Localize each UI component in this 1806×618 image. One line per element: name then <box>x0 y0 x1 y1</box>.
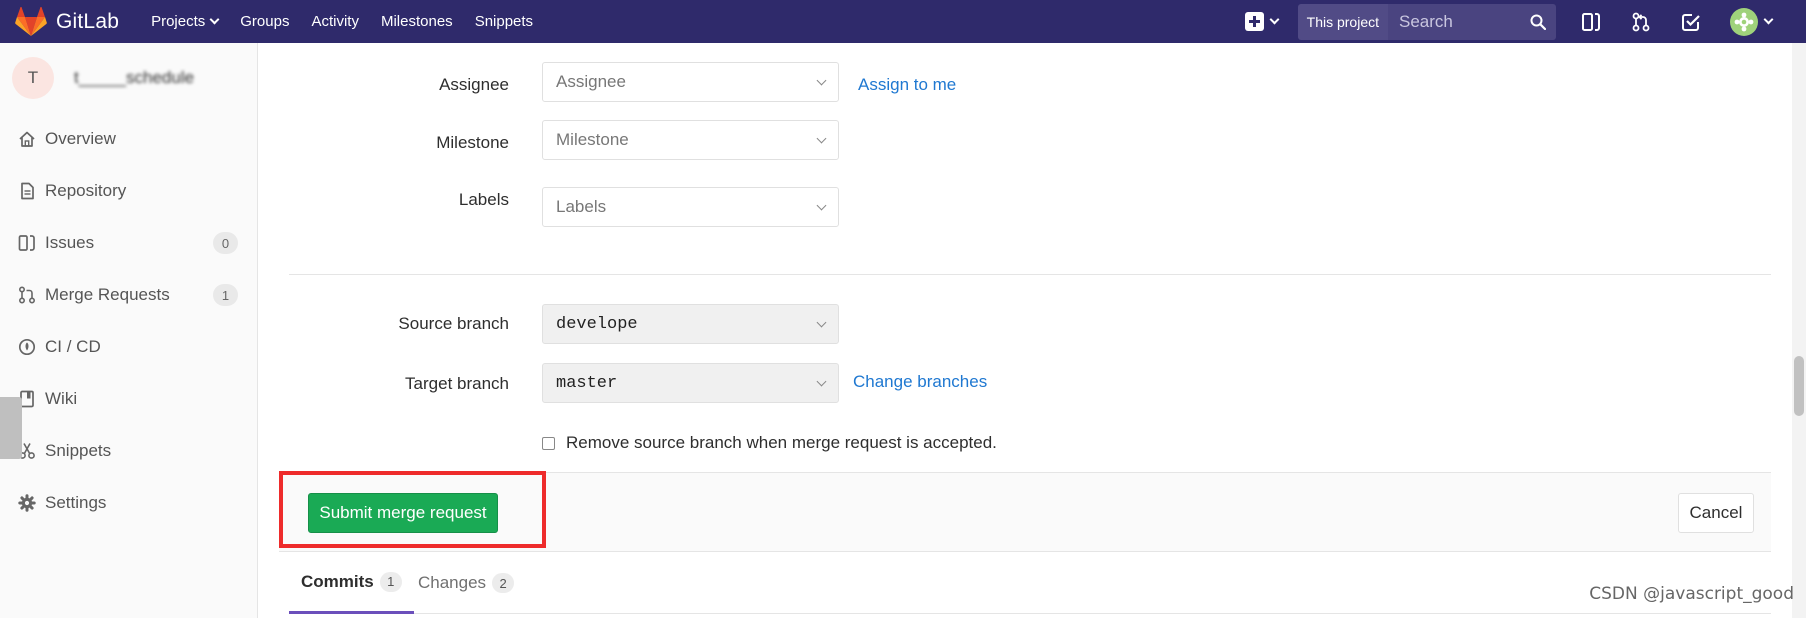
gitlab-logo-icon <box>15 6 47 36</box>
source-branch-select[interactable]: develope <box>542 304 839 344</box>
source-branch-value: develope <box>556 314 638 334</box>
user-menu[interactable] <box>1730 7 1774 36</box>
chevron-down-icon <box>816 200 827 211</box>
nav-right: This project <box>1244 0 1806 43</box>
gear-icon <box>18 494 36 512</box>
labels-value: Labels <box>556 197 607 216</box>
assignee-label: Assignee <box>439 75 509 94</box>
milestone-value: Milestone <box>556 130 629 149</box>
search-input[interactable] <box>1399 11 1519 32</box>
nav-groups[interactable]: Groups <box>240 13 289 30</box>
brand-name: GitLab <box>56 9 120 33</box>
remove-source-branch-option[interactable]: Remove source branch when merge request … <box>542 433 997 453</box>
sidebar-collapse-handle[interactable] <box>0 397 22 459</box>
milestone-select[interactable]: Milestone <box>542 120 839 160</box>
avatar-pattern-icon <box>1734 12 1754 31</box>
sidebar-item-settings[interactable]: Settings <box>0 477 257 529</box>
tab-commits-label: Commits <box>301 571 374 591</box>
sidebar-item-wiki[interactable]: Wiki <box>0 373 257 425</box>
scrollbar-thumb[interactable] <box>1794 356 1804 416</box>
issues-count-badge: 0 <box>213 232 238 254</box>
milestone-label: Milestone <box>436 133 509 152</box>
sidebar-item-label: Snippets <box>45 441 112 460</box>
chevron-down-icon <box>816 75 827 86</box>
chevron-down-icon <box>816 317 827 328</box>
new-dropdown-button[interactable] <box>1244 12 1280 31</box>
commits-count-badge: 1 <box>379 571 402 592</box>
project-avatar: T <box>12 57 54 99</box>
remove-source-branch-label: Remove source branch when merge request … <box>566 433 997 452</box>
labels-label: Labels <box>458 190 509 209</box>
sidebar-project[interactable]: T t_____schedule <box>0 43 257 113</box>
scrollbar[interactable] <box>1792 43 1806 618</box>
sidebar-item-label: Repository <box>45 181 127 200</box>
chevron-down-icon <box>816 376 827 387</box>
issues-icon[interactable] <box>1580 11 1602 33</box>
rocket-icon <box>18 338 36 356</box>
chevron-down-icon <box>816 133 827 144</box>
nav-projects[interactable]: Projects <box>151 13 220 30</box>
merge-request-icon <box>18 286 36 304</box>
sidebar-item-label: Overview <box>45 129 116 148</box>
top-navbar: GitLab Projects Groups Activity Mileston… <box>0 0 1806 43</box>
source-branch-label: Source branch <box>398 314 509 333</box>
search-icon[interactable] <box>1530 14 1546 30</box>
labels-select[interactable]: Labels <box>542 187 839 227</box>
watermark: CSDN @javascript_good <box>1589 584 1794 604</box>
assignee-value: Assignee <box>556 72 626 91</box>
merge-requests-count-badge: 1 <box>213 284 238 306</box>
project-name: t_____schedule <box>74 68 195 87</box>
sidebar-item-issues[interactable]: Issues 0 <box>0 217 257 269</box>
main-content: Assignee Assignee Assign to me Milestone… <box>259 43 1806 618</box>
change-branches-link[interactable]: Change branches <box>853 372 987 392</box>
chevron-down-icon <box>209 14 220 25</box>
target-branch-value: master <box>556 373 618 393</box>
nav-links: Projects Groups Activity Milestones Snip… <box>151 13 555 30</box>
sidebar-item-label: Merge Requests <box>45 285 170 304</box>
sidebar: T t_____schedule Overview Repository Iss… <box>0 43 258 618</box>
sidebar-item-snippets[interactable]: Snippets <box>0 425 257 477</box>
plus-icon <box>1244 12 1264 31</box>
sidebar-item-merge-requests[interactable]: Merge Requests 1 <box>0 269 257 321</box>
document-icon <box>21 182 34 200</box>
brand[interactable]: GitLab <box>15 6 120 37</box>
tabs: Commits 1 Changes 2 <box>289 552 1771 614</box>
nav-milestones[interactable]: Milestones <box>381 13 453 30</box>
avatar <box>1730 7 1758 36</box>
target-branch-select[interactable]: master <box>542 363 839 403</box>
chevron-down-icon <box>1269 14 1280 25</box>
sidebar-item-overview[interactable]: Overview <box>0 113 257 165</box>
sidebar-item-label: Wiki <box>45 389 78 408</box>
form-divider <box>289 274 1771 275</box>
nav-projects-label: Projects <box>151 13 206 30</box>
todo-check-icon[interactable] <box>1680 11 1702 33</box>
search-box[interactable] <box>1388 3 1556 40</box>
assign-to-me-link[interactable]: Assign to me <box>858 75 956 95</box>
changes-count-badge: 2 <box>492 573 515 593</box>
sidebar-item-label: Settings <box>45 493 107 512</box>
remove-source-branch-checkbox[interactable] <box>542 436 555 450</box>
issues-icon <box>18 235 35 251</box>
sidebar-item-label: CI / CD <box>45 337 101 356</box>
annotation-highlight-box <box>279 471 546 548</box>
tab-changes[interactable]: Changes 2 <box>418 552 515 614</box>
home-icon <box>19 131 35 147</box>
target-branch-label: Target branch <box>405 374 509 393</box>
tab-changes-label: Changes <box>418 573 487 592</box>
nav-snippets[interactable]: Snippets <box>475 13 533 30</box>
nav-activity[interactable]: Activity <box>311 13 359 30</box>
assignee-select[interactable]: Assignee <box>542 62 839 102</box>
chevron-down-icon <box>1763 14 1774 25</box>
sidebar-item-label: Issues <box>45 233 95 252</box>
sidebar-item-repository[interactable]: Repository <box>0 165 257 217</box>
cancel-button[interactable]: Cancel <box>1678 493 1754 533</box>
merge-request-icon[interactable] <box>1630 11 1652 33</box>
tab-commits[interactable]: Commits 1 <box>289 552 414 614</box>
search-scope-chip[interactable]: This project <box>1297 3 1388 40</box>
sidebar-item-ci-cd[interactable]: CI / CD <box>0 321 257 373</box>
